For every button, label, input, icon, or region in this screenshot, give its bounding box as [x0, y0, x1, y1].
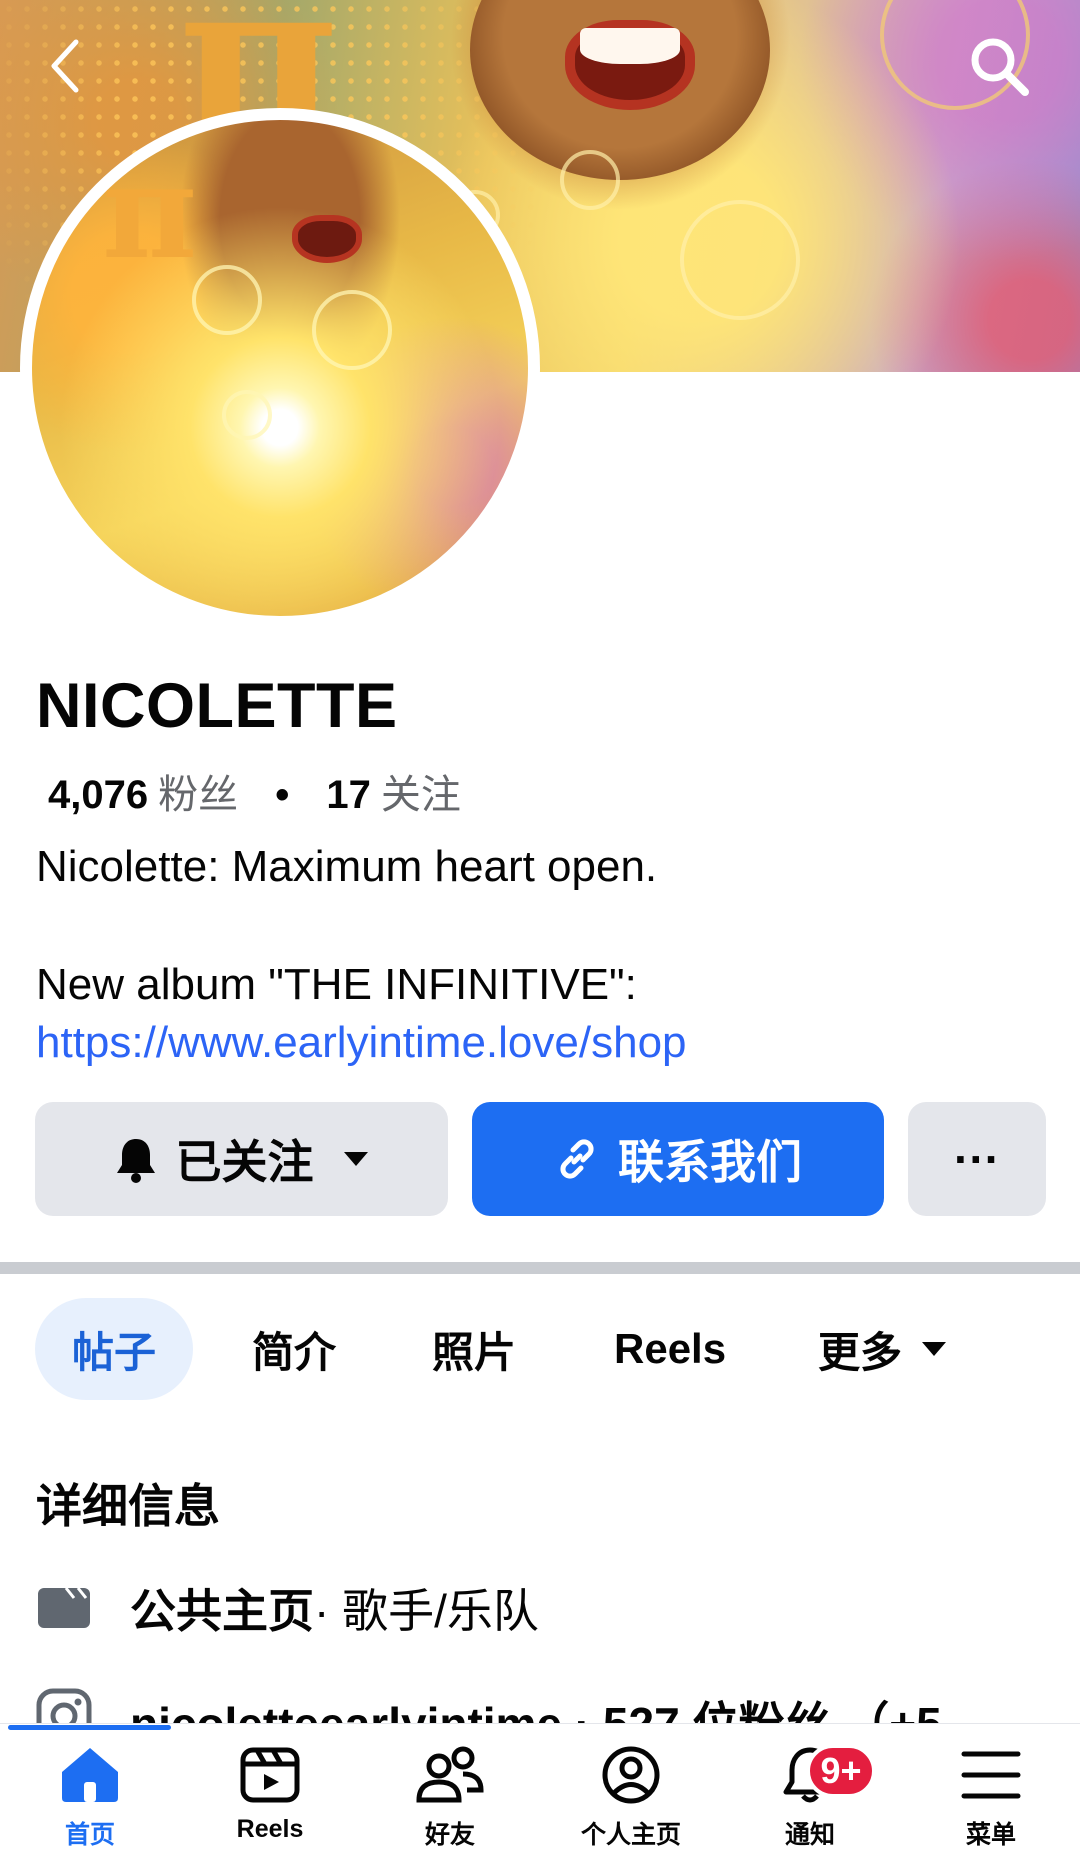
nav-profile-label: 个人主页 — [580, 1821, 681, 1849]
bio-line: Nicolette: Maximum heart open. — [36, 842, 658, 891]
notification-badge: 9+ — [806, 1744, 876, 1798]
chevron-left-icon — [46, 38, 86, 99]
following-button-label: 已关注 — [175, 1136, 314, 1188]
back-button[interactable] — [30, 32, 102, 104]
more-options-button[interactable]: ··· — [908, 1102, 1046, 1216]
following-label: 关注 — [380, 773, 461, 817]
nav-friends[interactable]: 好友 — [380, 1746, 520, 1851]
profile-icon — [600, 1746, 662, 1809]
more-icon: ··· — [954, 1133, 1000, 1185]
page-type-row: 公共主页 · 歌手/乐队 — [36, 1575, 539, 1641]
link-icon — [554, 1136, 600, 1182]
following-count: 17 — [326, 773, 371, 817]
nav-reels-label: Reels — [236, 1815, 304, 1843]
tab-posts[interactable]: 帖子 — [35, 1298, 193, 1400]
menu-icon — [960, 1746, 1022, 1809]
reels-icon — [239, 1746, 301, 1809]
followers-count: 4,076 — [48, 773, 149, 817]
caret-down-icon — [920, 1340, 948, 1358]
details-title: 详细信息 — [36, 1480, 220, 1532]
search-icon — [967, 34, 1031, 103]
nav-friends-label: 好友 — [424, 1821, 475, 1849]
page-type-label: 公共主页 — [130, 1585, 314, 1637]
separator-dot: • — [275, 773, 290, 817]
following-button[interactable]: 已关注 — [35, 1102, 448, 1216]
active-tab-indicator — [8, 1725, 171, 1730]
follow-stats: 4,076 粉丝 • 17 关注 — [48, 762, 461, 820]
nav-notifications-label: 通知 — [784, 1821, 835, 1849]
section-divider — [0, 1262, 1080, 1274]
tab-more[interactable]: 更多 — [818, 1298, 948, 1400]
nav-home-label: 首页 — [64, 1821, 115, 1849]
bottom-nav — [0, 1723, 1080, 1855]
followers-label: 粉丝 — [158, 773, 239, 817]
nav-profile[interactable]: 个人主页 — [561, 1746, 701, 1851]
bio: Nicolette: Maximum heart open. New album… — [36, 838, 1046, 1072]
avatar[interactable]: π — [20, 108, 540, 628]
contact-us-button[interactable]: 联系我们 — [472, 1102, 884, 1216]
friends-icon — [415, 1746, 485, 1809]
tab-more-label: 更多 — [818, 1328, 903, 1376]
home-icon — [58, 1746, 122, 1809]
tab-photos[interactable]: 照片 — [432, 1298, 516, 1400]
nav-menu-label: 菜单 — [965, 1821, 1016, 1849]
following-link[interactable]: 17 关注 — [326, 773, 461, 817]
shop-link[interactable]: https://www.earlyintime.love/shop — [36, 1014, 1046, 1072]
caret-down-icon — [342, 1150, 370, 1168]
page-category: · 歌手/乐队 — [314, 1585, 539, 1637]
nav-menu[interactable]: 菜单 — [921, 1746, 1061, 1851]
search-button[interactable] — [963, 32, 1035, 104]
clapperboard-icon — [36, 1586, 92, 1630]
tab-about[interactable]: 简介 — [252, 1298, 336, 1400]
page-title: NICOLETTE — [36, 671, 398, 741]
contact-us-label: 联系我们 — [618, 1136, 802, 1188]
tab-reels[interactable]: Reels — [614, 1298, 726, 1400]
bio-line: New album "THE INFINITIVE": — [36, 960, 637, 1009]
nav-home[interactable]: 首页 — [20, 1746, 160, 1851]
followers-link[interactable]: 4,076 粉丝 — [48, 773, 238, 817]
nav-reels[interactable]: Reels — [200, 1746, 340, 1844]
bell-icon — [114, 1135, 158, 1183]
